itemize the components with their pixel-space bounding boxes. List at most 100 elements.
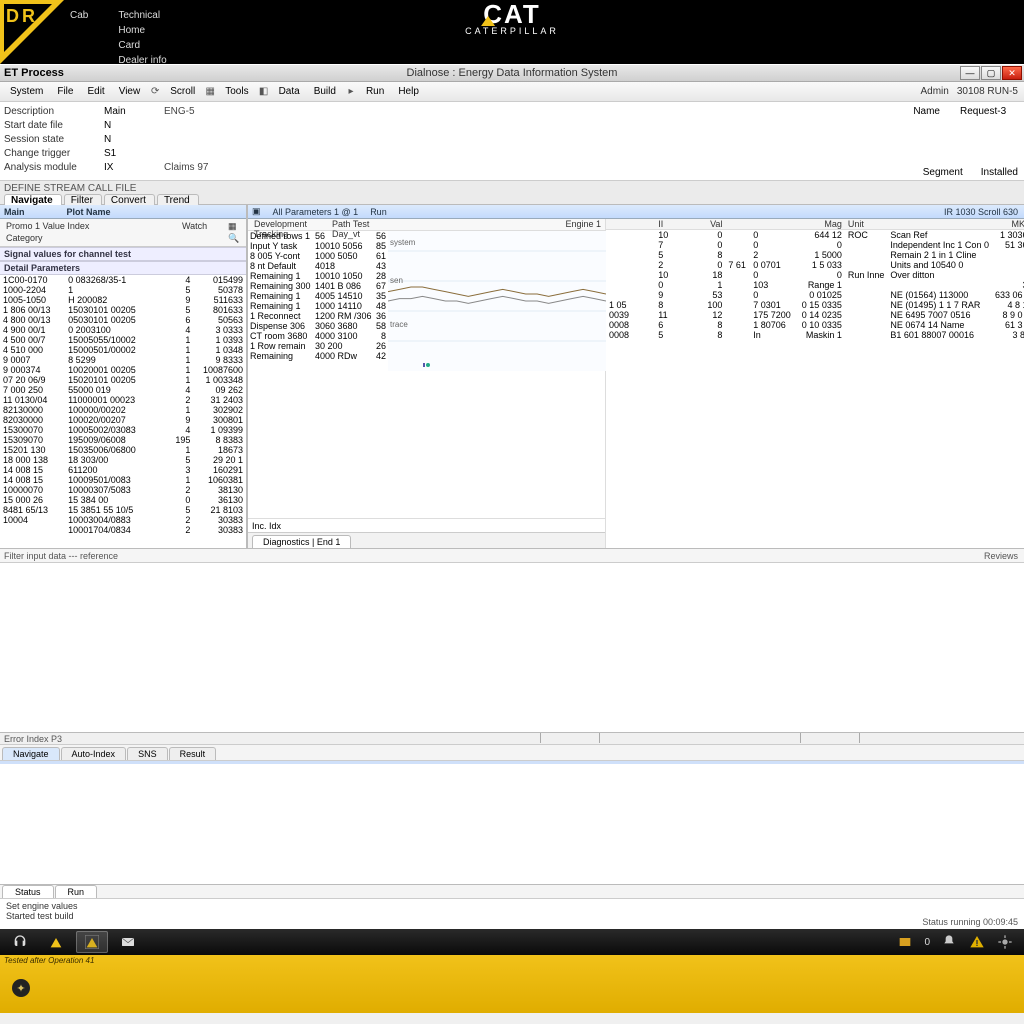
data-row[interactable]: 0644 12 bbox=[725, 230, 844, 241]
menu-edit[interactable]: Edit bbox=[81, 84, 110, 99]
tray-warning-icon[interactable] bbox=[968, 933, 986, 951]
data-row[interactable]: Run InneOver ditton91 bbox=[845, 270, 1024, 280]
data-row[interactable]: 301 bbox=[845, 280, 1024, 290]
param-body[interactable]: Signal values for channel test Detail Pa… bbox=[0, 247, 246, 548]
taskbar-app-icon[interactable] bbox=[76, 931, 108, 953]
tray-gear-icon[interactable] bbox=[996, 933, 1014, 951]
chart-series-list[interactable]: Defined rows 15656Input Y task10010 5056… bbox=[248, 231, 388, 518]
data-row[interactable]: 70 bbox=[606, 240, 725, 250]
rt-icon[interactable]: ▣ bbox=[252, 206, 261, 217]
param-row[interactable]: 4 800 00/1305030101 00205650563 bbox=[0, 315, 246, 325]
data-row[interactable]: 1 807060 10 0335 bbox=[725, 320, 844, 330]
param-hdr-plot[interactable]: Plot Name bbox=[67, 207, 111, 217]
chart-series-row[interactable]: Dispense 3063060 368058 bbox=[248, 321, 388, 331]
data-row[interactable]: 00 bbox=[725, 240, 844, 250]
param-filter-icon[interactable]: 🔍 bbox=[228, 233, 239, 244]
param-row[interactable]: 1530007010005002/0308341 09399 bbox=[0, 425, 246, 435]
data-row[interactable]: 100 bbox=[606, 230, 725, 241]
taskbar-cat-icon[interactable] bbox=[40, 931, 72, 953]
chart-series-row[interactable]: CT room 36804000 31008 bbox=[248, 331, 388, 341]
window-minimize-button[interactable]: — bbox=[960, 66, 980, 80]
menu-refresh-icon[interactable]: ⟳ bbox=[148, 85, 162, 99]
data-row[interactable]: Independent Inc 1 Con 051 3600 bbox=[845, 240, 1024, 250]
btab-navigate[interactable]: Navigate bbox=[2, 747, 60, 760]
chart-series-row[interactable]: 8 nt Default401843 bbox=[248, 261, 388, 271]
brand-link-technical[interactable]: Technical bbox=[118, 10, 166, 21]
param-search-icon[interactable]: ▦ bbox=[228, 221, 237, 232]
menu-help[interactable]: Help bbox=[392, 84, 425, 99]
chart-series-row[interactable]: 1 Row remain30 20026 bbox=[248, 341, 388, 351]
param-row[interactable]: 82130000100000/002021302902 bbox=[0, 405, 246, 415]
menu-run[interactable]: Run bbox=[360, 84, 390, 99]
data-row[interactable]: NE (01564) 113000633 06 0 1 bbox=[845, 290, 1024, 300]
data-row[interactable]: 175 72000 14 0235 bbox=[725, 310, 844, 320]
param-row[interactable]: 14 008 1510009501/008311060381 bbox=[0, 475, 246, 485]
menu-data[interactable]: Data bbox=[273, 84, 306, 99]
btab-result[interactable]: Result bbox=[169, 747, 217, 760]
param-row[interactable]: 15201 13015035006/06800118673 bbox=[0, 445, 246, 455]
bottom-blank-area[interactable] bbox=[0, 761, 1024, 885]
menu-system[interactable]: System bbox=[4, 84, 49, 99]
param-row[interactable]: 4 500 00/715005055/1000211 0393 bbox=[0, 335, 246, 345]
window-maximize-button[interactable]: ▢ bbox=[981, 66, 1001, 80]
param-row[interactable]: 15 000 2615 384 00036130 bbox=[0, 495, 246, 505]
param-row[interactable]: 1C00-01700 083268/35-14015499 bbox=[0, 275, 246, 285]
btab-autoindex[interactable]: Auto-Index bbox=[61, 747, 127, 760]
tray-box-icon[interactable] bbox=[896, 933, 914, 951]
window-close-button[interactable]: ✕ bbox=[1002, 66, 1022, 80]
taskbar-headset-icon[interactable] bbox=[4, 931, 36, 953]
chart-series-row[interactable]: Remaining4000 RDw42 bbox=[248, 351, 388, 361]
menu-play-icon[interactable]: ▸ bbox=[344, 85, 358, 99]
data-row[interactable]: Remain 2 1 in 1 Cline81 bbox=[845, 250, 1024, 260]
data-row[interactable]: 00 bbox=[725, 270, 844, 280]
data-row[interactable]: 01 bbox=[606, 280, 725, 290]
out-tab-run[interactable]: Run bbox=[55, 885, 98, 898]
data-col-mid[interactable]: Mag0644 120021 50007 610 07011 5 0330010… bbox=[725, 219, 844, 548]
param-row[interactable]: 11 0130/0411000001 00023231 2403 bbox=[0, 395, 246, 405]
btab-sns[interactable]: SNS bbox=[127, 747, 168, 760]
data-row[interactable]: 1018 bbox=[606, 270, 725, 280]
chart-tab-diagnostics[interactable]: Diagnostics | End 1 bbox=[252, 535, 351, 548]
chart-series-row[interactable]: Input Y task10010 505685 bbox=[248, 241, 388, 251]
param-row[interactable]: 1005-1050H 2000829511633 bbox=[0, 295, 246, 305]
data-row[interactable]: NE 0674 14 Name61 3 0 0 bbox=[845, 320, 1024, 330]
param-row[interactable]: 15309070195009/060081958 8383 bbox=[0, 435, 246, 445]
brand-link-card[interactable]: Card bbox=[118, 40, 166, 51]
tray-bell-icon[interactable] bbox=[940, 933, 958, 951]
editor-area[interactable] bbox=[0, 563, 1024, 733]
param-row[interactable]: 7 000 25055000 019409 262 bbox=[0, 385, 246, 395]
data-row[interactable]: NE 6495 7007 05168 9 0 6 0 bbox=[845, 310, 1024, 320]
out-tab-status[interactable]: Status bbox=[2, 885, 54, 898]
data-row[interactable]: 1 058100 bbox=[606, 300, 725, 310]
menu-build[interactable]: Build bbox=[308, 84, 342, 99]
param-row[interactable]: 1000-22041550378 bbox=[0, 285, 246, 295]
menu-marker-icon[interactable]: ◧ bbox=[257, 85, 271, 99]
param-row[interactable]: 14 008 156112003160291 bbox=[0, 465, 246, 475]
data-row[interactable]: 20 bbox=[606, 260, 725, 270]
data-row[interactable]: 7 03010 15 0335 bbox=[725, 300, 844, 310]
param-row[interactable]: 82030000100020/002079300801 bbox=[0, 415, 246, 425]
chart-series-row[interactable]: Remaining 14005 1451035 bbox=[248, 291, 388, 301]
data-row[interactable]: 7 610 07011 5 033 bbox=[725, 260, 844, 270]
data-col-left[interactable]: IIVal1007058201018019531 058100003911120… bbox=[606, 219, 725, 548]
chart-series-row[interactable]: Remaining 3001401 B 08667 bbox=[248, 281, 388, 291]
param-hdr-main[interactable]: Main bbox=[4, 207, 25, 217]
taskbar-mail-icon[interactable] bbox=[112, 931, 144, 953]
data-row[interactable]: 000868 bbox=[606, 320, 725, 330]
param-row[interactable]: 1000410003004/0883230383 bbox=[0, 515, 246, 525]
brand-link-cab[interactable]: Cab bbox=[70, 10, 88, 21]
menu-scroll[interactable]: Scroll bbox=[164, 84, 201, 99]
data-row[interactable]: 21 5000 bbox=[725, 250, 844, 260]
chart-plot[interactable]: system sen trace bbox=[388, 231, 605, 518]
chart-series-row[interactable]: Remaining 110010 105028 bbox=[248, 271, 388, 281]
chart-series-row[interactable]: Remaining 11000 1411048 bbox=[248, 301, 388, 311]
param-row[interactable]: 18 000 13818 303/00529 20 1 bbox=[0, 455, 246, 465]
data-row[interactable]: 103Range 1 bbox=[725, 280, 844, 290]
data-row[interactable]: Units and 10540 02 bbox=[845, 260, 1024, 270]
output-body[interactable]: Set engine values Started test build Sta… bbox=[0, 899, 1024, 929]
menu-grid-icon[interactable]: ▦ bbox=[203, 85, 217, 99]
param-row[interactable]: 8481 65/1315 3851 55 10/5521 8103 bbox=[0, 505, 246, 515]
param-row[interactable]: 4 510 00015000501/0000211 0348 bbox=[0, 345, 246, 355]
menu-file[interactable]: File bbox=[51, 84, 79, 99]
data-row[interactable]: 58 bbox=[606, 250, 725, 260]
